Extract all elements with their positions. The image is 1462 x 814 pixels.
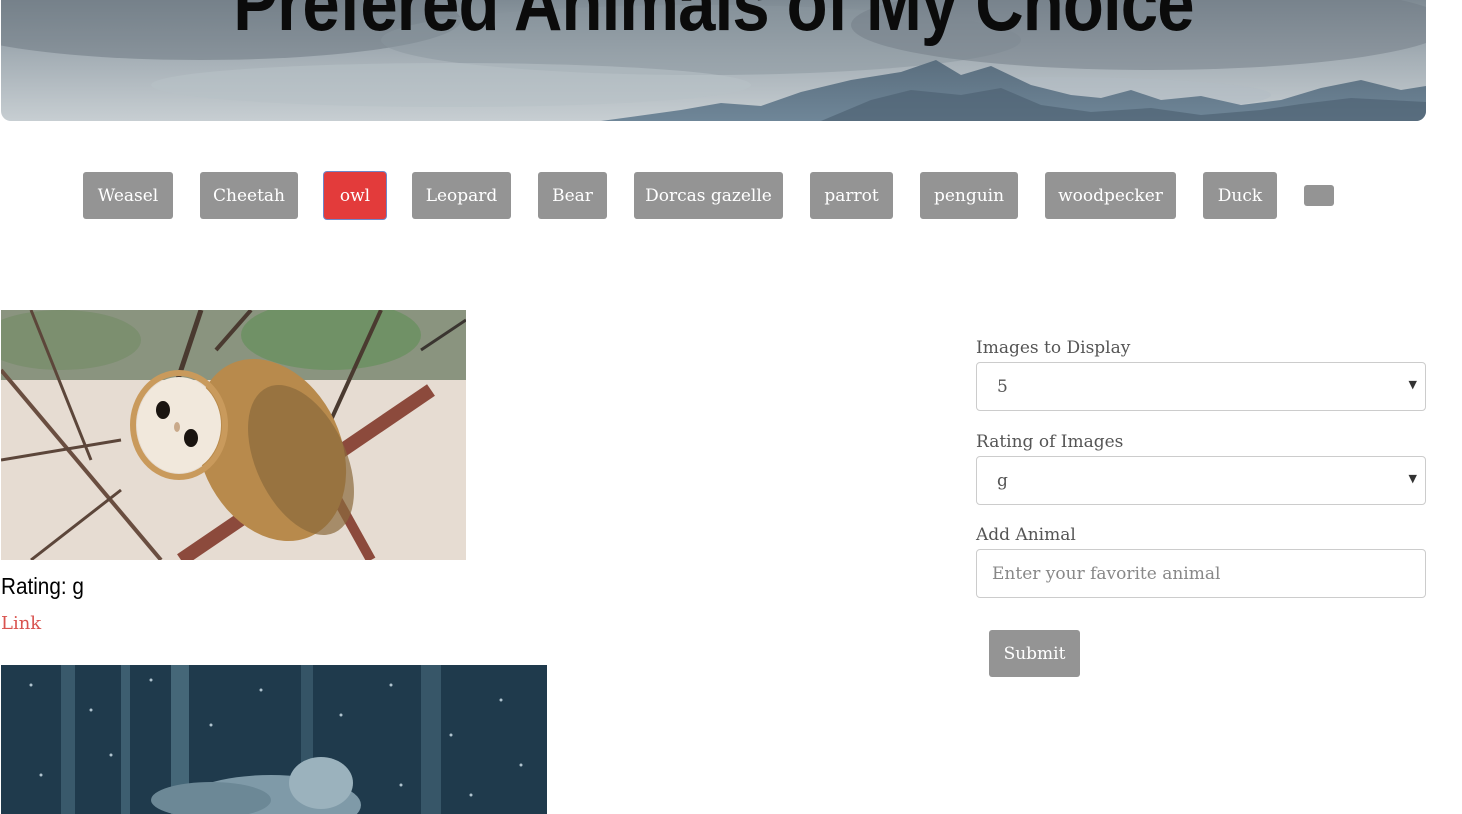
animal-button-weasel[interactable]: Weasel <box>83 172 173 219</box>
dropdown-caret-icon: ▼ <box>1408 472 1417 485</box>
images-to-display-label: Images to Display <box>976 338 1131 358</box>
gif-rating: Rating: g <box>1 573 84 599</box>
add-animal-label: Add Animal <box>976 525 1076 545</box>
rating-of-images-label: Rating of Images <box>976 432 1124 452</box>
animal-button-dorcas-gazelle[interactable]: Dorcas gazelle <box>634 172 783 219</box>
rating-of-images-value: g <box>997 470 1008 491</box>
animal-button-leopard[interactable]: Leopard <box>412 172 511 219</box>
images-to-display-select[interactable]: 5 ▼ <box>976 362 1426 411</box>
animal-button-cheetah[interactable]: Cheetah <box>200 172 298 219</box>
animal-button-duck[interactable]: Duck <box>1203 172 1277 219</box>
gif-link[interactable]: Link <box>1 613 41 634</box>
dropdown-caret-icon: ▼ <box>1408 378 1417 391</box>
animal-button-parrot[interactable]: parrot <box>810 172 893 219</box>
submit-button[interactable]: Submit <box>989 630 1080 677</box>
add-animal-input[interactable] <box>976 549 1426 598</box>
animal-button-penguin[interactable]: penguin <box>920 172 1018 219</box>
page-title: Prefered Animals of My Choice <box>233 0 1194 47</box>
gif-image-barn-owl[interactable] <box>1 310 466 560</box>
header-banner: Prefered Animals of My Choice <box>1 0 1426 121</box>
animal-button-woodpecker[interactable]: woodpecker <box>1045 172 1176 219</box>
animal-button-empty[interactable] <box>1304 185 1334 206</box>
animal-button-bear[interactable]: Bear <box>538 172 607 219</box>
images-to-display-value: 5 <box>997 376 1008 397</box>
rating-of-images-select[interactable]: g ▼ <box>976 456 1426 505</box>
gif-image-owl-in-snow[interactable] <box>1 665 547 814</box>
animal-button-owl[interactable]: owl <box>324 172 386 219</box>
